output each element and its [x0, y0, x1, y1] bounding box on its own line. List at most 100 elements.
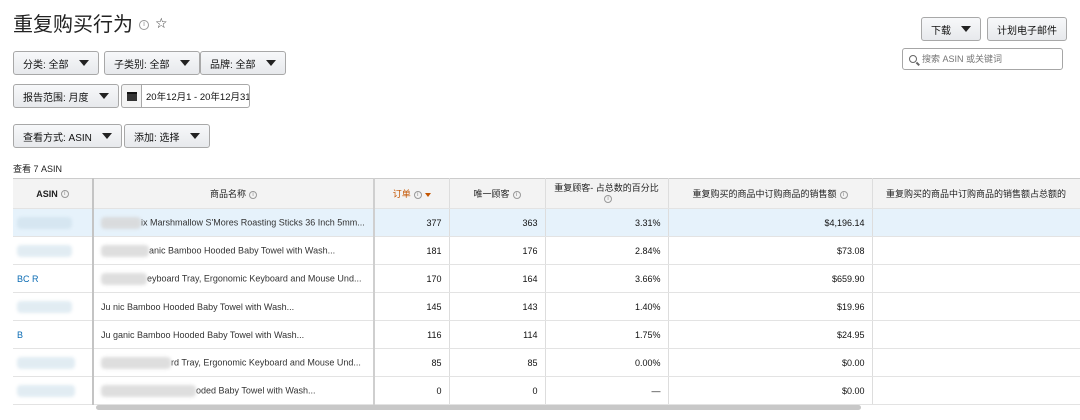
product-name-cell[interactable]: rd Tray, Ergonomic Keyboard and Mouse Un…: [93, 348, 375, 377]
asin-cell[interactable]: B: [13, 320, 94, 349]
product-name-cell[interactable]: Ju ganic Bamboo Hooded Baby Towel with W…: [93, 320, 375, 349]
repeat-sales-cell: $0.00: [668, 376, 873, 405]
product-name-cell[interactable]: ix Marshmallow S'Mores Roasting Sticks 3…: [93, 208, 375, 237]
repeat-sales-pct-cell: [872, 376, 1080, 405]
info-icon[interactable]: i: [249, 190, 257, 199]
info-icon[interactable]: i: [512, 190, 521, 199]
repeat-sales-pct-cell: [872, 292, 1080, 321]
search-box: [902, 48, 1063, 70]
repeat-sales-pct-cell: [872, 264, 1080, 293]
asin-cell[interactable]: [13, 236, 94, 265]
orders-cell: 145: [374, 292, 450, 321]
calendar-button[interactable]: [121, 84, 141, 108]
redacted-block: [101, 216, 141, 229]
search-icon: [909, 55, 917, 63]
chevron-down-icon: [961, 26, 971, 32]
sort-desc-icon: [424, 192, 431, 197]
asin-cell[interactable]: BC R: [13, 264, 94, 293]
column-header-repeat-sales[interactable]: 重复购买的商品中订购商品的销售额 i: [668, 178, 873, 209]
chevron-down-icon: [189, 133, 200, 139]
redacted-block: [17, 216, 72, 229]
column-header-repeat-sales-pct[interactable]: 重复购买的商品中订购商品的销售额占总额的: [872, 178, 1080, 209]
repeat-pct-cell: 3.66%: [545, 264, 669, 293]
redacted-block: [101, 272, 147, 285]
product-name-cell[interactable]: Ju nic Bamboo Hooded Baby Towel with Was…: [93, 292, 375, 321]
unique-customers-cell: 164: [449, 264, 546, 293]
orders-cell: 116: [374, 320, 450, 349]
chevron-down-icon: [78, 60, 89, 66]
add-column-dropdown[interactable]: 添加: 选择: [124, 124, 210, 148]
repeat-sales-pct-cell: [872, 236, 1080, 265]
orders-cell: 170: [374, 264, 450, 293]
schedule-email-button[interactable]: 计划电子邮件: [987, 17, 1067, 41]
orders-cell: 85: [374, 348, 450, 377]
chevron-down-icon: [98, 93, 109, 99]
table-row[interactable]: BC R eyboard Tray, Ergonomic Keyboard an…: [13, 264, 1080, 293]
table-row[interactable]: Ju nic Bamboo Hooded Baby Towel with Was…: [13, 292, 1080, 321]
repeat-sales-cell: $659.90: [668, 264, 873, 293]
orders-cell: 181: [374, 236, 450, 265]
unique-customers-cell: 0: [449, 376, 546, 405]
redacted-block: [17, 384, 75, 397]
unique-customers-cell: 176: [449, 236, 546, 265]
repeat-pct-cell: 0.00%: [545, 348, 669, 377]
page-title-text: 重复购买行为: [13, 14, 133, 36]
table-row[interactable]: ix Marshmallow S'Mores Roasting Sticks 3…: [13, 208, 1080, 237]
info-icon[interactable]: i: [413, 190, 422, 199]
column-header-orders[interactable]: 订单 i: [374, 178, 450, 209]
view-by-dropdown[interactable]: 查看方式: ASIN: [13, 124, 122, 148]
calendar-icon: [126, 91, 137, 101]
info-icon[interactable]: i: [839, 190, 848, 199]
repeat-purchase-table: ASIN i 商品名称 i 订单 i 唯一顾客 i 重复顾客- 占总数的百分比 i 重复购…: [13, 178, 1080, 405]
repeat-pct-cell: 3.31%: [545, 208, 669, 237]
table-row[interactable]: B Ju ganic Bamboo Hooded Baby Towel with…: [13, 320, 1080, 349]
repeat-sales-cell: $0.00: [668, 348, 873, 377]
repeat-sales-cell: $73.08: [668, 236, 873, 265]
repeat-pct-cell: 1.40%: [545, 292, 669, 321]
repeat-sales-pct-cell: [872, 208, 1080, 237]
star-icon[interactable]: ☆: [155, 15, 168, 32]
table-row[interactable]: oded Baby Towel with Wash... 0 0 — $0.00: [13, 376, 1080, 405]
brand-filter[interactable]: 品牌: 全部: [200, 51, 286, 75]
asin-cell[interactable]: [13, 208, 94, 237]
date-range-picker: 20年12月1 - 20年12月31: [121, 84, 250, 108]
asin-cell[interactable]: [13, 348, 94, 377]
product-name-cell[interactable]: oded Baby Towel with Wash...: [93, 376, 375, 405]
redacted-block: [101, 384, 196, 397]
asin-cell[interactable]: [13, 376, 94, 405]
asin-count: 查看 7 ASIN: [13, 164, 63, 174]
report-range-filter[interactable]: 报告范围: 月度: [13, 84, 119, 108]
chevron-down-icon: [179, 60, 190, 66]
chevron-down-icon: [101, 133, 112, 139]
repeat-sales-cell: $24.95: [668, 320, 873, 349]
orders-cell: 0: [374, 376, 450, 405]
page-title: 重复购买行为 i ☆: [13, 8, 168, 37]
table-header-row: ASIN i 商品名称 i 订单 i 唯一顾客 i 重复顾客- 占总数的百分比 i 重复购…: [13, 178, 1080, 209]
info-icon[interactable]: i: [60, 190, 69, 199]
info-icon[interactable]: i: [139, 19, 149, 30]
repeat-pct-cell: 1.75%: [545, 320, 669, 349]
product-name-cell[interactable]: anic Bamboo Hooded Baby Towel with Wash.…: [93, 236, 375, 265]
date-range-input[interactable]: 20年12月1 - 20年12月31: [141, 84, 250, 108]
repeat-sales-pct-cell: [872, 348, 1080, 377]
column-header-unique-customers[interactable]: 唯一顾客 i: [449, 178, 546, 209]
subcategory-filter[interactable]: 子类别: 全部: [104, 51, 200, 75]
repeat-sales-cell: $19.96: [668, 292, 873, 321]
column-header-asin[interactable]: ASIN i: [13, 178, 94, 209]
asin-cell[interactable]: [13, 292, 94, 321]
unique-customers-cell: 85: [449, 348, 546, 377]
search-input[interactable]: [922, 54, 1057, 64]
table-row[interactable]: rd Tray, Ergonomic Keyboard and Mouse Un…: [13, 348, 1080, 377]
product-name-cell[interactable]: eyboard Tray, Ergonomic Keyboard and Mou…: [93, 264, 375, 293]
category-filter[interactable]: 分类: 全部: [13, 51, 99, 75]
unique-customers-cell: 363: [449, 208, 546, 237]
info-icon[interactable]: i: [604, 195, 612, 204]
repeat-sales-pct-cell: [872, 320, 1080, 349]
chevron-down-icon: [265, 60, 276, 66]
column-header-product-name[interactable]: 商品名称 i: [93, 178, 375, 209]
column-header-repeat-pct[interactable]: 重复顾客- 占总数的百分比 i: [545, 178, 669, 209]
redacted-block: [101, 356, 171, 369]
horizontal-scrollbar[interactable]: [96, 405, 861, 410]
download-button[interactable]: 下载: [921, 17, 981, 41]
table-row[interactable]: anic Bamboo Hooded Baby Towel with Wash.…: [13, 236, 1080, 265]
